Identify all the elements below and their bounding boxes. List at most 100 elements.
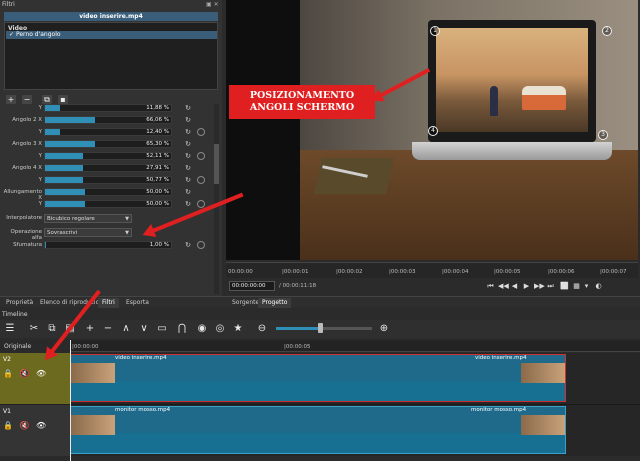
inset-video bbox=[436, 28, 588, 132]
ripple-icon[interactable]: ◎ bbox=[214, 323, 226, 335]
ruler-tick: |00:00:01 bbox=[282, 269, 309, 275]
param-slider[interactable]: 66,06 % bbox=[44, 116, 172, 124]
chevron-down-icon[interactable]: ▾ bbox=[582, 281, 591, 291]
timeline-ruler[interactable]: |00:00:00 |00:00:05 bbox=[70, 340, 640, 352]
preview-ruler[interactable]: 00:00:00 |00:00:01 |00:00:02 |00:00:03 |… bbox=[226, 262, 638, 278]
reset-icon[interactable]: ↻ bbox=[184, 152, 192, 160]
lock-mute-hide-icon[interactable]: 🔒 🔇 👁 bbox=[3, 369, 48, 378]
reset-icon[interactable]: ↻ bbox=[184, 104, 192, 112]
overwrite-icon[interactable]: ∨ bbox=[138, 323, 150, 335]
feather-label: Sfumatura bbox=[13, 242, 42, 248]
reset-icon[interactable]: ↻ bbox=[184, 188, 192, 196]
param-row: Y 50,77 % ↻ bbox=[0, 176, 222, 186]
param-label: Angolo 4 X bbox=[12, 165, 42, 171]
param-slider[interactable]: 50,00 % bbox=[44, 188, 172, 196]
reset-icon[interactable]: ↻ bbox=[184, 116, 192, 124]
fast-forward-icon[interactable]: ▶▶ bbox=[534, 281, 545, 291]
zoom-out-icon[interactable]: ⊖ bbox=[256, 323, 268, 335]
snap-icon[interactable]: ⋂ bbox=[176, 323, 188, 335]
param-value: 27,91 % bbox=[146, 165, 169, 171]
clip-name: monitor mosso.mp4 bbox=[115, 407, 171, 413]
zoom-slider[interactable] bbox=[276, 327, 372, 330]
tab-filters[interactable]: Filtri bbox=[98, 298, 119, 308]
param-fill bbox=[45, 189, 86, 195]
track-v2: video inserire.mp4 video inserire.mp4 bbox=[70, 353, 640, 404]
copy-icon[interactable]: ⧉ bbox=[46, 323, 58, 335]
param-value: 50,00 % bbox=[146, 201, 169, 207]
rewind-icon[interactable]: ◀◀ bbox=[498, 281, 509, 291]
tab-project[interactable]: Progetto bbox=[258, 298, 292, 308]
keyframe-icon[interactable] bbox=[197, 128, 205, 136]
interpolation-value: Bicubico regolare bbox=[47, 216, 95, 222]
grid-icon[interactable]: ▦ bbox=[572, 281, 581, 291]
track-header-v1[interactable]: V1 🔒 🔇 👁 bbox=[0, 404, 70, 456]
corner-handle-3[interactable]: 3 bbox=[598, 130, 608, 140]
lift-icon[interactable]: ∧ bbox=[120, 323, 132, 335]
keyframe-icon[interactable] bbox=[197, 241, 205, 249]
tab-export[interactable]: Esporta bbox=[122, 298, 153, 308]
scrub-icon[interactable]: ◉ bbox=[196, 323, 208, 335]
corner-handle-2[interactable]: 2 bbox=[602, 26, 612, 36]
deselect-filter-button[interactable]: ▪ bbox=[58, 95, 68, 104]
reset-icon[interactable]: ↻ bbox=[184, 200, 192, 208]
param-slider[interactable]: 65,30 % bbox=[44, 140, 172, 148]
cut-icon[interactable]: ✂ bbox=[28, 323, 40, 335]
reset-icon[interactable]: ↻ bbox=[184, 128, 192, 136]
param-row: Angolo 2 X 66,06 % ↻ bbox=[0, 116, 222, 126]
interpolation-select[interactable]: Bicubico regolare ▼ bbox=[44, 214, 132, 223]
add-filter-button[interactable]: + bbox=[6, 95, 16, 104]
param-slider[interactable]: 52,11 % bbox=[44, 152, 172, 160]
play-icon[interactable]: ▶ bbox=[522, 281, 531, 291]
ruler-tick: |00:00:07 bbox=[600, 269, 627, 275]
lock-mute-hide-icon[interactable]: 🔒 🔇 👁 bbox=[3, 421, 48, 430]
param-slider[interactable]: 50,00 % bbox=[44, 200, 172, 208]
ruler-tick: |00:00:04 bbox=[442, 269, 469, 275]
filters-scrollbar[interactable] bbox=[214, 104, 219, 294]
param-slider[interactable]: 12,40 % bbox=[44, 128, 172, 136]
remove-icon[interactable]: − bbox=[102, 323, 114, 335]
param-slider[interactable]: 50,77 % bbox=[44, 176, 172, 184]
fit-view-icon[interactable]: ⬜ bbox=[560, 281, 569, 291]
checkbox-icon[interactable]: ✓ bbox=[9, 31, 16, 38]
param-slider[interactable]: 27,91 % bbox=[44, 164, 172, 172]
menu-icon[interactable]: ☰ bbox=[4, 323, 16, 335]
video-preview[interactable]: 1 2 3 4 bbox=[226, 0, 638, 260]
step-back-icon[interactable]: ◀ bbox=[510, 281, 519, 291]
append-icon[interactable]: + bbox=[84, 323, 96, 335]
feather-slider[interactable]: 1,00 % bbox=[44, 241, 172, 249]
clip-video-inserire[interactable]: video inserire.mp4 video inserire.mp4 bbox=[70, 354, 566, 402]
param-slider[interactable]: 11,88 % bbox=[44, 104, 172, 112]
panel-float-close-icon[interactable]: ▣ ✕ bbox=[206, 1, 219, 8]
copy-filter-button[interactable]: ⧉ bbox=[42, 95, 52, 104]
tab-properties[interactable]: Proprietà bbox=[2, 298, 37, 308]
skip-next-icon[interactable]: ⏭ bbox=[546, 281, 555, 291]
reset-icon[interactable]: ↻ bbox=[184, 241, 192, 249]
keyframe-icon[interactable] bbox=[197, 176, 205, 184]
corner-handle-4[interactable]: 4 bbox=[428, 126, 438, 136]
clip-monitor-mosso[interactable]: monitor mosso.mp4 monitor mosso.mp4 bbox=[70, 406, 566, 454]
keyframe-icon[interactable] bbox=[197, 152, 205, 160]
ruler-tick: |00:00:00 bbox=[72, 344, 99, 350]
corner-handle-1[interactable]: 1 bbox=[430, 26, 440, 36]
volume-icon[interactable]: ◐ bbox=[594, 281, 603, 291]
alpha-select[interactable]: Sovrascrivi ▼ bbox=[44, 228, 132, 237]
timecode-field[interactable]: 00:00:00:00 bbox=[229, 281, 275, 291]
preview-frame: 1 2 3 4 bbox=[300, 0, 638, 260]
zoom-in-icon[interactable]: ⊕ bbox=[378, 323, 390, 335]
split-icon[interactable]: ▭ bbox=[156, 323, 168, 335]
timeline-title: Timeline bbox=[2, 311, 28, 318]
filter-list[interactable]: Video ✓ Perno d'angolo bbox=[4, 22, 218, 90]
reset-icon[interactable]: ↻ bbox=[184, 176, 192, 184]
playhead[interactable] bbox=[70, 340, 71, 461]
laptop-base bbox=[412, 142, 612, 160]
reset-icon[interactable]: ↻ bbox=[184, 164, 192, 172]
filter-item-corner-pin[interactable]: ✓ Perno d'angolo bbox=[6, 31, 217, 39]
remove-filter-button[interactable]: − bbox=[22, 95, 32, 104]
track-header-v2[interactable]: V2 🔒 🔇 👁 bbox=[0, 353, 70, 404]
reset-icon[interactable]: ↻ bbox=[184, 140, 192, 148]
ripple-all-icon[interactable]: ★ bbox=[232, 323, 244, 335]
param-label: Y bbox=[38, 177, 42, 183]
skip-previous-icon[interactable]: ⏮ bbox=[486, 281, 495, 291]
scrollbar-thumb[interactable] bbox=[214, 144, 219, 184]
zoom-slider-handle[interactable] bbox=[318, 323, 323, 333]
